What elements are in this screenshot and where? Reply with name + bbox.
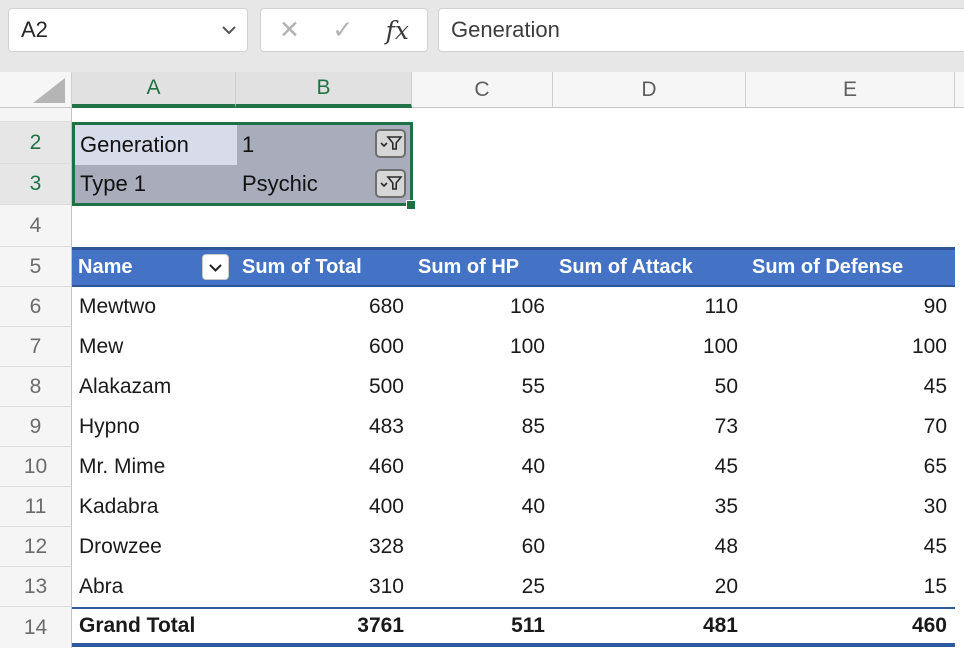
row-header-4[interactable]: 4 <box>0 205 72 247</box>
cell-total[interactable]: 400 <box>236 487 412 527</box>
excel-window: A2 ✕ ✓ fx Generation A B C D E 1 2 3 4 5… <box>0 0 964 648</box>
selection-fill-handle[interactable] <box>406 200 416 210</box>
grand-total-hp[interactable]: 511 <box>412 609 553 643</box>
row-header-1[interactable]: 1 <box>0 108 72 122</box>
row-header-9[interactable]: 9 <box>0 407 72 447</box>
row-header-10[interactable]: 10 <box>0 447 72 487</box>
cell-hp[interactable]: 106 <box>412 287 553 327</box>
confirm-icon[interactable]: ✓ <box>332 18 353 43</box>
cell-defense[interactable]: 70 <box>746 407 955 447</box>
cell-defense[interactable]: 100 <box>746 327 955 367</box>
cell-total[interactable]: 483 <box>236 407 412 447</box>
grand-total-total[interactable]: 3761 <box>236 609 412 643</box>
cell-attack[interactable]: 100 <box>553 327 746 367</box>
cell-name-mewtwo[interactable]: Mewtwo <box>72 287 236 327</box>
row-header-11[interactable]: 11 <box>0 487 72 527</box>
cell-name-hypno[interactable]: Hypno <box>72 407 236 447</box>
cell-defense[interactable]: 45 <box>746 527 955 567</box>
formula-bar-strip: A2 ✕ ✓ fx Generation <box>0 0 964 72</box>
row-header-3[interactable]: 3 <box>0 164 72 205</box>
cell-hp[interactable]: 85 <box>412 407 553 447</box>
row-header-8[interactable]: 8 <box>0 367 72 407</box>
column-header-a[interactable]: A <box>72 72 236 108</box>
formula-input[interactable]: Generation <box>438 8 964 52</box>
row-header-12[interactable]: 12 <box>0 527 72 567</box>
cell-a2-active[interactable]: Generation <box>75 125 237 165</box>
cancel-icon[interactable]: ✕ <box>279 18 300 43</box>
name-box-chevron-down-icon[interactable] <box>221 24 237 36</box>
grand-total-bottom-border <box>72 643 955 647</box>
select-all-button[interactable] <box>0 72 72 108</box>
formula-value: Generation <box>439 17 560 43</box>
cell-defense[interactable]: 30 <box>746 487 955 527</box>
cell-hp[interactable]: 25 <box>412 567 553 607</box>
column-header-f-sliver[interactable] <box>955 72 964 108</box>
generation-filter-button[interactable] <box>375 129 406 158</box>
cell-total[interactable]: 460 <box>236 447 412 487</box>
cell-hp[interactable]: 60 <box>412 527 553 567</box>
cell-total[interactable]: 500 <box>236 367 412 407</box>
cell-attack[interactable]: 20 <box>553 567 746 607</box>
column-header-e[interactable]: E <box>746 72 955 108</box>
cell-name-kadabra[interactable]: Kadabra <box>72 487 236 527</box>
row-header-13[interactable]: 13 <box>0 567 72 607</box>
cell-attack[interactable]: 48 <box>553 527 746 567</box>
cell-defense[interactable]: 15 <box>746 567 955 607</box>
cell-hp[interactable]: 40 <box>412 447 553 487</box>
cell-name-mr-mime[interactable]: Mr. Mime <box>72 447 236 487</box>
cell-a3[interactable]: Type 1 <box>75 165 237 203</box>
select-all-triangle-icon <box>33 78 65 103</box>
column-header-d[interactable]: D <box>553 72 746 108</box>
row-header-7[interactable]: 7 <box>0 327 72 367</box>
cell-attack[interactable]: 45 <box>553 447 746 487</box>
name-filter-dropdown-button[interactable] <box>202 254 229 280</box>
row-header-6[interactable]: 6 <box>0 287 72 327</box>
pivot-header-sum-of-hp[interactable]: Sum of HP <box>412 247 553 287</box>
column-header-b[interactable]: B <box>236 72 412 108</box>
formula-button-group: ✕ ✓ fx <box>260 8 428 52</box>
grand-total-attack[interactable]: 481 <box>553 609 746 643</box>
type1-filter-button[interactable] <box>375 169 406 198</box>
cell-total[interactable]: 600 <box>236 327 412 367</box>
grand-total-defense[interactable]: 460 <box>746 609 955 643</box>
pivot-header-sum-of-defense[interactable]: Sum of Defense <box>746 247 955 287</box>
cell-total[interactable]: 310 <box>236 567 412 607</box>
selection-a2-b3: Generation 1 Type 1 Psychic <box>72 122 413 206</box>
name-box[interactable]: A2 <box>8 8 248 52</box>
cell-name-mew[interactable]: Mew <box>72 327 236 367</box>
row-header-14[interactable]: 14 <box>0 607 72 648</box>
cell-hp[interactable]: 55 <box>412 367 553 407</box>
pivot-header-sum-of-total[interactable]: Sum of Total <box>236 247 412 287</box>
cell-name-abra[interactable]: Abra <box>72 567 236 607</box>
column-header-c[interactable]: C <box>412 72 553 108</box>
cell-defense[interactable]: 65 <box>746 447 955 487</box>
pivot-header-sum-of-attack[interactable]: Sum of Attack <box>553 247 746 287</box>
insert-function-icon[interactable]: fx <box>386 16 409 45</box>
cell-name-alakazam[interactable]: Alakazam <box>72 367 236 407</box>
cell-total[interactable]: 680 <box>236 287 412 327</box>
cell-attack[interactable]: 73 <box>553 407 746 447</box>
cell-attack[interactable]: 110 <box>553 287 746 327</box>
cell-name-drowzee[interactable]: Drowzee <box>72 527 236 567</box>
cell-hp[interactable]: 100 <box>412 327 553 367</box>
cell-total[interactable]: 328 <box>236 527 412 567</box>
cell-reference: A2 <box>9 17 48 43</box>
row-header-2[interactable]: 2 <box>0 122 72 164</box>
cell-defense[interactable]: 90 <box>746 287 955 327</box>
row-header-5[interactable]: 5 <box>0 247 72 287</box>
cell-attack[interactable]: 50 <box>553 367 746 407</box>
cell-defense[interactable]: 45 <box>746 367 955 407</box>
cell-hp[interactable]: 40 <box>412 487 553 527</box>
grand-total-label[interactable]: Grand Total <box>72 609 236 643</box>
cell-attack[interactable]: 35 <box>553 487 746 527</box>
